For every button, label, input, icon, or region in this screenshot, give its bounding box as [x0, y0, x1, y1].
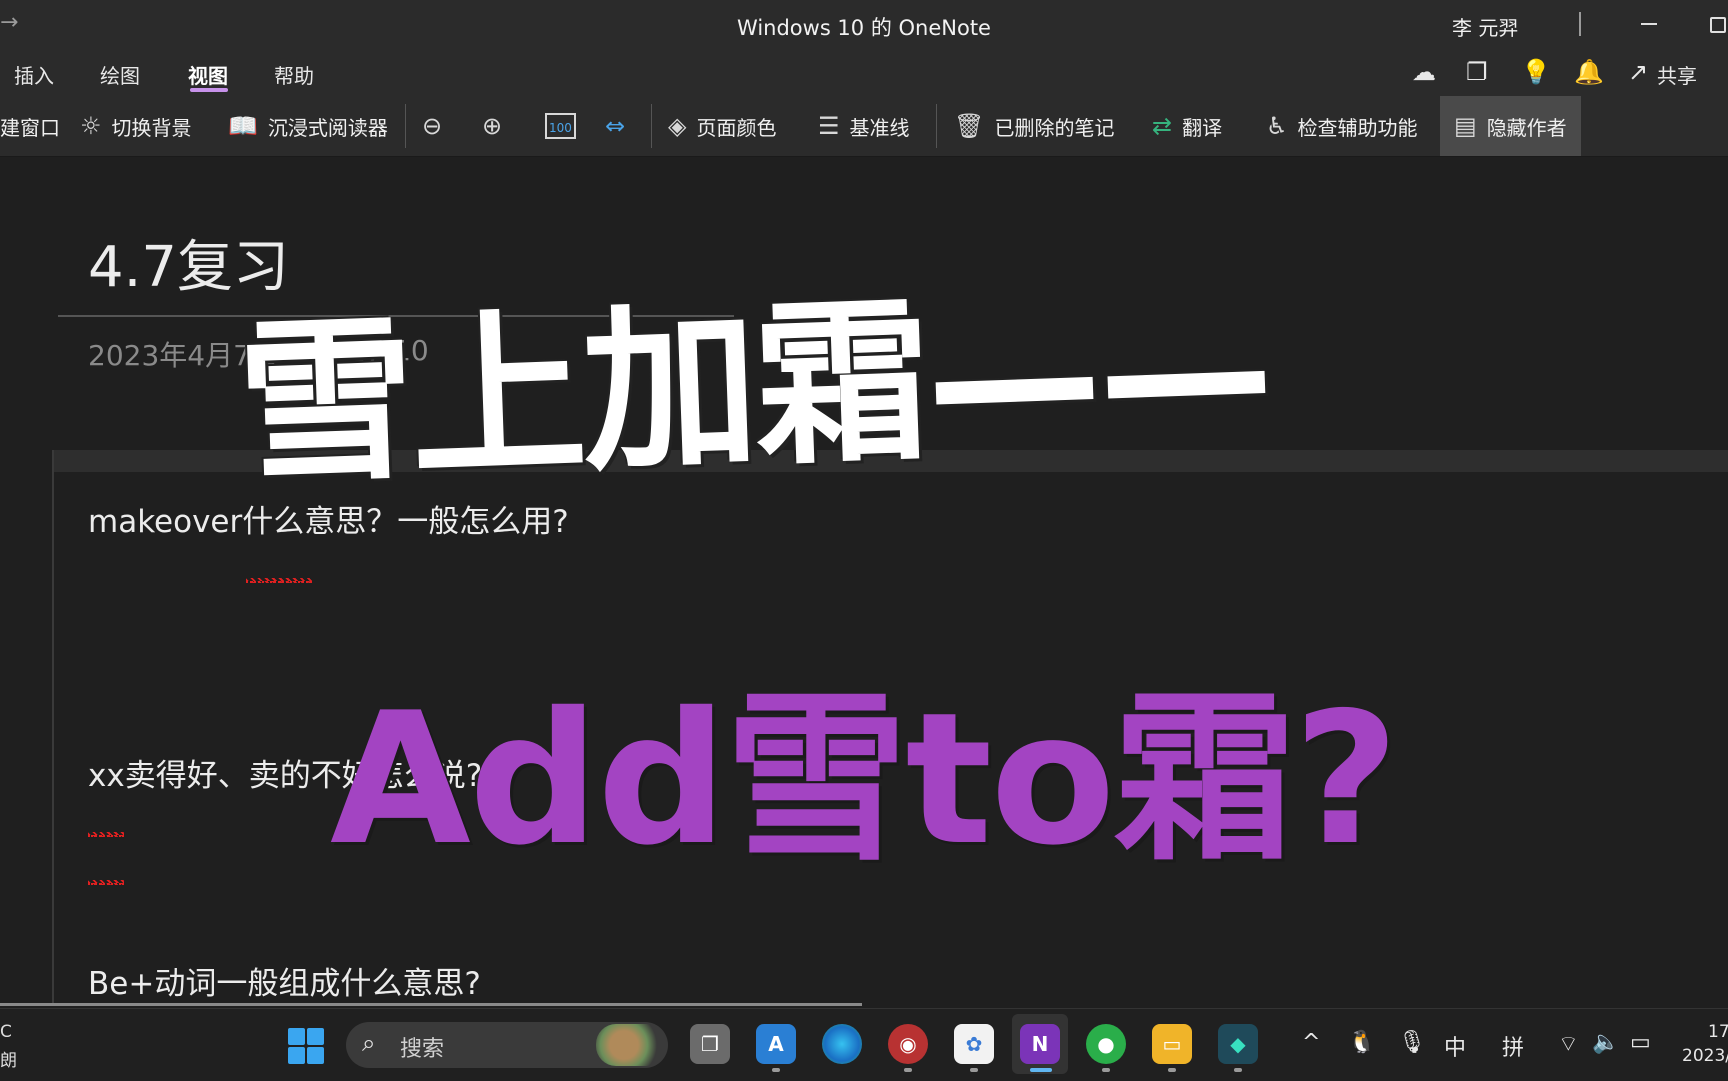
- running-indicator: [1234, 1068, 1242, 1072]
- deleted-notes-button[interactable]: 🗑 已删除的笔记: [954, 100, 1114, 152]
- immersive-reader-icon: 📖: [228, 112, 258, 140]
- restore-icon[interactable]: [1710, 17, 1726, 33]
- rule-lines-button[interactable]: ☰ 基准线: [818, 100, 910, 152]
- zoom-out-icon: ⊖: [422, 112, 443, 140]
- page-color-label: 页面颜色: [696, 115, 777, 140]
- new-window-button[interactable]: 建窗口: [0, 100, 60, 152]
- toggle-background-label: 切换背景: [111, 115, 192, 140]
- zoom-out-button[interactable]: ⊖: [422, 100, 452, 152]
- sun-icon: ☼: [80, 112, 102, 140]
- share-icon[interactable]: ↗: [1628, 58, 1648, 86]
- horizontal-scrollbar[interactable]: [0, 1003, 862, 1006]
- tab-help[interactable]: 帮助: [274, 60, 314, 89]
- toggle-background-button[interactable]: ☼ 切换背景: [80, 100, 192, 152]
- volume-icon[interactable]: 🔈: [1592, 1030, 1619, 1055]
- onenote-app-icon[interactable]: N: [1020, 1024, 1060, 1064]
- check-accessibility-label: 检查辅助功能: [1297, 115, 1418, 140]
- weather-temperature[interactable]: C: [0, 1022, 12, 1042]
- clock-date[interactable]: 2023/: [1682, 1046, 1728, 1066]
- cloud-drive-icon[interactable]: ✿: [954, 1024, 994, 1064]
- wechat-icon[interactable]: ●: [1086, 1024, 1126, 1064]
- translate-icon: ⇄: [1152, 112, 1173, 140]
- rule-lines-label: 基准线: [849, 115, 910, 140]
- check-accessibility-button[interactable]: ♿ 检查辅助功能: [1266, 100, 1418, 152]
- page-width-button[interactable]: ⇔: [605, 100, 635, 152]
- deleted-notes-label: 已删除的笔记: [994, 115, 1115, 140]
- running-indicator: [1168, 1068, 1176, 1072]
- ribbon-divider: [651, 104, 652, 148]
- note-line[interactable]: Be+动词一般组成什么意思?: [88, 958, 481, 1003]
- overlay-caption-title: 雪上加霜——: [234, 267, 1274, 508]
- search-icon: ⌕: [362, 1029, 376, 1057]
- page-color-button[interactable]: ◈ 页面颜色: [668, 100, 776, 152]
- clock-time[interactable]: 17: [1708, 1022, 1728, 1042]
- ribbon-divider: [405, 104, 406, 148]
- weather-description[interactable]: 朗: [0, 1046, 17, 1071]
- spellcheck-underline: [88, 832, 124, 837]
- titlebar-divider: [1579, 12, 1581, 36]
- minimize-icon[interactable]: [1641, 23, 1657, 25]
- file-explorer-icon[interactable]: ▭: [1152, 1024, 1192, 1064]
- new-window-label: 建窗口: [0, 115, 60, 140]
- lightbulb-icon[interactable]: 💡: [1521, 58, 1551, 86]
- video-editor-icon[interactable]: ◆: [1218, 1024, 1258, 1064]
- running-indicator: [970, 1068, 978, 1072]
- translate-button[interactable]: ⇄ 翻译: [1152, 100, 1222, 152]
- battery-icon[interactable]: ▭: [1630, 1030, 1651, 1055]
- tab-insert[interactable]: 插入: [14, 60, 54, 89]
- rule-lines-icon: ☰: [818, 112, 840, 140]
- spellcheck-underline: [88, 880, 124, 885]
- share-button[interactable]: 共享: [1657, 60, 1697, 89]
- ime-mode-indicator[interactable]: 中: [1444, 1030, 1466, 1062]
- ribbon-divider: [936, 104, 937, 148]
- hide-authors-button[interactable]: ▤ 隐藏作者: [1440, 96, 1581, 156]
- zoom-100-button[interactable]: 100: [545, 100, 586, 152]
- note-container-border: [52, 450, 54, 1006]
- windows-start-icon[interactable]: [288, 1028, 324, 1064]
- chevron-up-icon[interactable]: ^: [1302, 1030, 1320, 1055]
- immersive-reader-button[interactable]: 📖 沉浸式阅读器: [228, 100, 388, 152]
- hide-authors-label: 隐藏作者: [1486, 115, 1567, 140]
- tab-view[interactable]: 视图: [188, 60, 228, 89]
- user-name[interactable]: 李 元羿: [1452, 12, 1518, 41]
- search-label: 搜索: [400, 1037, 445, 1062]
- sync-status-icon[interactable]: ☁: [1412, 58, 1436, 86]
- edge-browser-icon[interactable]: [822, 1024, 862, 1064]
- zoom-100-icon: 100: [545, 113, 576, 139]
- notebooks-icon[interactable]: ❐: [1466, 58, 1488, 86]
- zoom-in-button[interactable]: ⊕: [482, 100, 512, 152]
- game-app-icon[interactable]: ◉: [888, 1024, 928, 1064]
- hide-authors-icon: ▤: [1454, 112, 1477, 140]
- search-highlight-image: [596, 1024, 666, 1066]
- ime-input-indicator[interactable]: 拼: [1502, 1030, 1524, 1062]
- trash-icon: 🗑: [954, 112, 985, 140]
- running-indicator: [1102, 1068, 1110, 1072]
- zoom-in-icon: ⊕: [482, 112, 503, 140]
- taskbar: [0, 1008, 1728, 1081]
- microphone-icon[interactable]: 🎙: [1398, 1030, 1426, 1055]
- paint-bucket-icon: ◈: [668, 112, 687, 140]
- translator-app-icon[interactable]: A: [756, 1024, 796, 1064]
- tab-draw[interactable]: 绘图: [100, 60, 140, 89]
- accessibility-checker-icon: ♿: [1266, 112, 1288, 140]
- wifi-icon[interactable]: ⌔: [1558, 1030, 1579, 1058]
- qq-icon[interactable]: 🐧: [1348, 1030, 1375, 1055]
- running-indicator: [904, 1068, 912, 1072]
- spellcheck-underline: [246, 578, 312, 583]
- task-view-icon[interactable]: ❐: [690, 1024, 730, 1064]
- bell-icon[interactable]: 🔔: [1574, 58, 1604, 86]
- running-indicator: [772, 1068, 780, 1072]
- immersive-reader-label: 沉浸式阅读器: [267, 115, 388, 140]
- active-tab-indicator: [190, 88, 228, 92]
- translate-label: 翻译: [1182, 115, 1223, 140]
- page-width-icon: ⇔: [605, 112, 626, 140]
- active-indicator: [1030, 1068, 1052, 1072]
- overlay-caption-question: Add雪to霜?: [330, 673, 1399, 885]
